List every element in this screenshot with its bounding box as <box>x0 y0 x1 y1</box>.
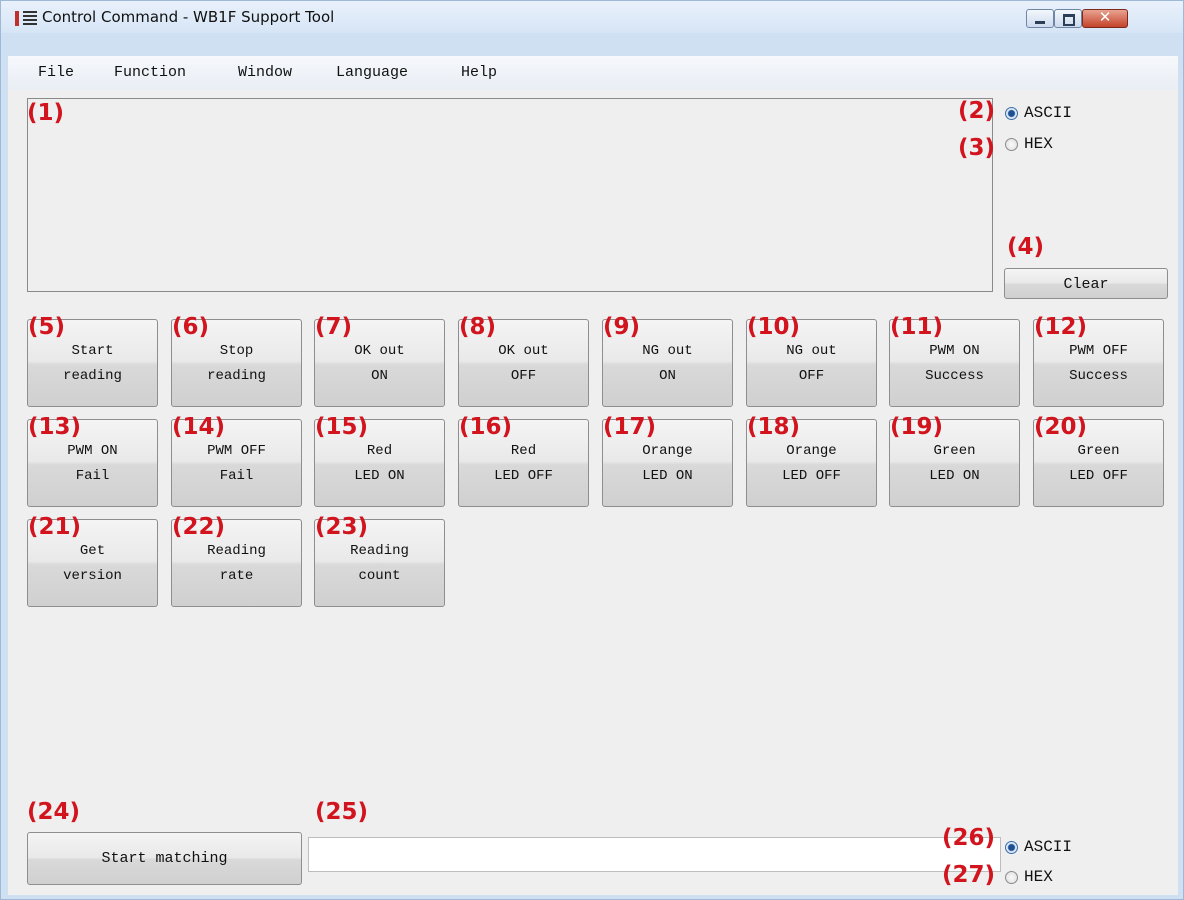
command-label-line1: Green <box>1077 443 1120 459</box>
command-label-line2: OFF <box>798 368 825 384</box>
match-radio-hex-button[interactable] <box>1005 871 1018 884</box>
app-window: Control Command - WB1F Support Tool ✕ Fi… <box>0 0 1184 900</box>
command-label-line1: PWM OFF <box>1069 343 1128 359</box>
title-bar: Control Command - WB1F Support Tool ✕ <box>1 1 1183 33</box>
command-label-line1: OK out <box>498 343 549 359</box>
start-matching-button[interactable]: Start matching <box>27 832 302 885</box>
annotation-25: (25) <box>315 799 369 825</box>
annotation-12: (12) <box>1034 314 1088 340</box>
annotation-14: (14) <box>172 414 226 440</box>
command-label-line1: PWM ON <box>929 343 980 359</box>
command-label-line1: Reading <box>350 543 409 559</box>
command-label-line2: LED OFF <box>494 468 553 484</box>
radio-hex-label: HEX <box>1024 135 1053 153</box>
command-label-line2: rate <box>219 568 254 584</box>
annotation-19: (19) <box>890 414 944 440</box>
command-label-line2: version <box>63 568 122 584</box>
close-icon: ✕ <box>1098 8 1112 26</box>
annotation-11: (11) <box>890 314 944 340</box>
annotation-8: (8) <box>459 314 497 340</box>
command-label-line1: Red <box>366 443 393 459</box>
command-label-line2: Success <box>925 368 984 384</box>
annotation-17: (17) <box>603 414 657 440</box>
command-label-line1: Reading <box>207 543 266 559</box>
maximize-icon <box>1063 14 1075 26</box>
client-area: (1) (2) ASCII (3) HEX (4) Clear Start rea… <box>8 90 1178 895</box>
command-label-line1: Orange <box>642 443 693 459</box>
start-matching-label: Start matching <box>101 850 228 867</box>
command-label-line1: NG out <box>642 343 693 359</box>
command-label-line1: OK out <box>354 343 405 359</box>
command-label-line2: reading <box>207 368 266 384</box>
command-label-line1: Stop <box>219 343 254 359</box>
match-input[interactable] <box>308 837 1001 872</box>
command-label-line2: Success <box>1069 368 1128 384</box>
command-label-line2: LED ON <box>929 468 980 484</box>
annotation-10: (10) <box>747 314 801 340</box>
annotation-18: (18) <box>747 414 801 440</box>
command-label-line1: Start <box>71 343 114 359</box>
annotation-15: (15) <box>315 414 369 440</box>
menu-function[interactable]: Function <box>114 64 186 81</box>
annotation-5: (5) <box>28 314 66 340</box>
clear-button[interactable]: Clear <box>1004 268 1168 299</box>
command-label-line1: PWM ON <box>67 443 118 459</box>
command-label-line1: NG out <box>786 343 837 359</box>
minimize-icon <box>1035 21 1045 24</box>
command-label-line2: OFF <box>510 368 537 384</box>
annotation-7: (7) <box>315 314 353 340</box>
command-label-line1: PWM OFF <box>207 443 266 459</box>
radio-hex-button[interactable] <box>1005 138 1018 151</box>
menu-language[interactable]: Language <box>336 64 408 81</box>
menu-file[interactable]: File <box>38 64 74 81</box>
command-label-line1: Red <box>510 443 537 459</box>
match-radio-ascii-label: ASCII <box>1024 838 1073 856</box>
command-label-line1: Green <box>933 443 976 459</box>
radio-ascii-label: ASCII <box>1024 104 1073 122</box>
annotation-24: (24) <box>27 799 81 825</box>
maximize-button[interactable] <box>1054 9 1082 28</box>
window-title: Control Command - WB1F Support Tool <box>42 8 335 26</box>
command-label-line2: ON <box>371 368 388 384</box>
annotation-6: (6) <box>172 314 210 340</box>
annotation-3: (3) <box>958 135 996 161</box>
command-label-line2: LED OFF <box>1069 468 1128 484</box>
command-label-line2: count <box>358 568 401 584</box>
command-label-line2: reading <box>63 368 122 384</box>
annotation-1: (1) <box>27 100 65 126</box>
command-label-line2: ON <box>659 368 676 384</box>
command-label-line2: Fail <box>75 468 110 484</box>
clear-button-label: Clear <box>1063 276 1109 293</box>
command-label-line2: LED OFF <box>782 468 841 484</box>
minimize-button[interactable] <box>1026 9 1054 28</box>
command-label-line2: Fail <box>219 468 254 484</box>
annotation-13: (13) <box>28 414 82 440</box>
menu-help[interactable]: Help <box>461 64 497 81</box>
annotation-23: (23) <box>315 514 369 540</box>
command-label-line2: LED ON <box>354 468 405 484</box>
close-button[interactable]: ✕ <box>1082 8 1128 28</box>
command-label-line1: Orange <box>786 443 837 459</box>
annotation-4: (4) <box>1007 234 1045 260</box>
annotation-20: (20) <box>1034 414 1088 440</box>
annotation-2: (2) <box>958 98 996 124</box>
match-radio-ascii-button[interactable] <box>1005 841 1018 854</box>
output-area[interactable] <box>27 98 993 292</box>
menu-bar: File Function Window Language Help <box>8 56 1178 90</box>
command-label-line1: Get <box>79 543 106 559</box>
annotation-16: (16) <box>459 414 513 440</box>
radio-ascii-button[interactable] <box>1005 107 1018 120</box>
annotation-27: (27) <box>942 862 996 888</box>
annotation-21: (21) <box>28 514 82 540</box>
command-label-line2: LED ON <box>642 468 693 484</box>
annotation-9: (9) <box>603 314 641 340</box>
annotation-22: (22) <box>172 514 226 540</box>
menu-window[interactable]: Window <box>238 64 292 81</box>
annotation-26: (26) <box>942 825 996 851</box>
match-radio-hex-label: HEX <box>1024 868 1053 886</box>
app-icon <box>15 11 37 26</box>
